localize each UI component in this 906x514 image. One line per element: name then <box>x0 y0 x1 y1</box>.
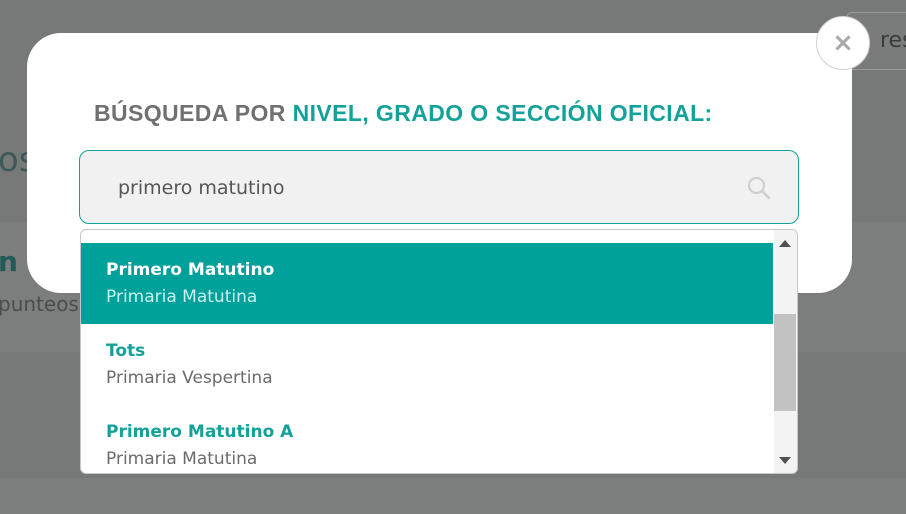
modal-title: BÚSQUEDA POR NIVEL, GRADO O SECCIÓN OFIC… <box>94 100 713 127</box>
background-section-bottom <box>0 478 906 514</box>
result-name: Primero Matutino A <box>106 422 294 442</box>
search-icon[interactable] <box>746 175 772 201</box>
modal-title-prefix: BÚSQUEDA POR <box>94 100 293 126</box>
results-list: Primero Matutino Primaria Matutina Tots … <box>81 243 773 473</box>
search-field[interactable] <box>79 150 799 224</box>
result-subtitle: Primaria Matutina <box>106 287 258 307</box>
scroll-up-arrow-icon[interactable] <box>779 240 791 247</box>
result-subtitle: Primaria Vespertina <box>106 368 273 388</box>
modal-title-accent: NIVEL, GRADO O SECCIÓN OFICIAL: <box>292 100 713 126</box>
results-dropdown: Primero Matutino Primaria Matutina Tots … <box>80 229 798 474</box>
scrollbar-thumb[interactable] <box>774 314 796 411</box>
result-item[interactable]: Primero Matutino Primaria Matutina <box>81 243 773 324</box>
result-name: Primero Matutino <box>106 260 275 280</box>
result-name: Tots <box>106 341 146 361</box>
scroll-down-arrow-icon[interactable] <box>779 457 791 464</box>
background-button-label: res <box>880 28 906 53</box>
result-subtitle: Primaria Matutina <box>106 449 258 469</box>
close-button[interactable]: × <box>816 16 870 70</box>
result-item[interactable]: Tots Primaria Vespertina <box>81 324 773 405</box>
close-icon: × <box>832 28 854 58</box>
dropdown-scrollbar[interactable] <box>774 230 797 473</box>
search-input[interactable] <box>118 171 718 205</box>
result-item[interactable]: Primero Matutino A Primaria Matutina <box>81 405 773 473</box>
